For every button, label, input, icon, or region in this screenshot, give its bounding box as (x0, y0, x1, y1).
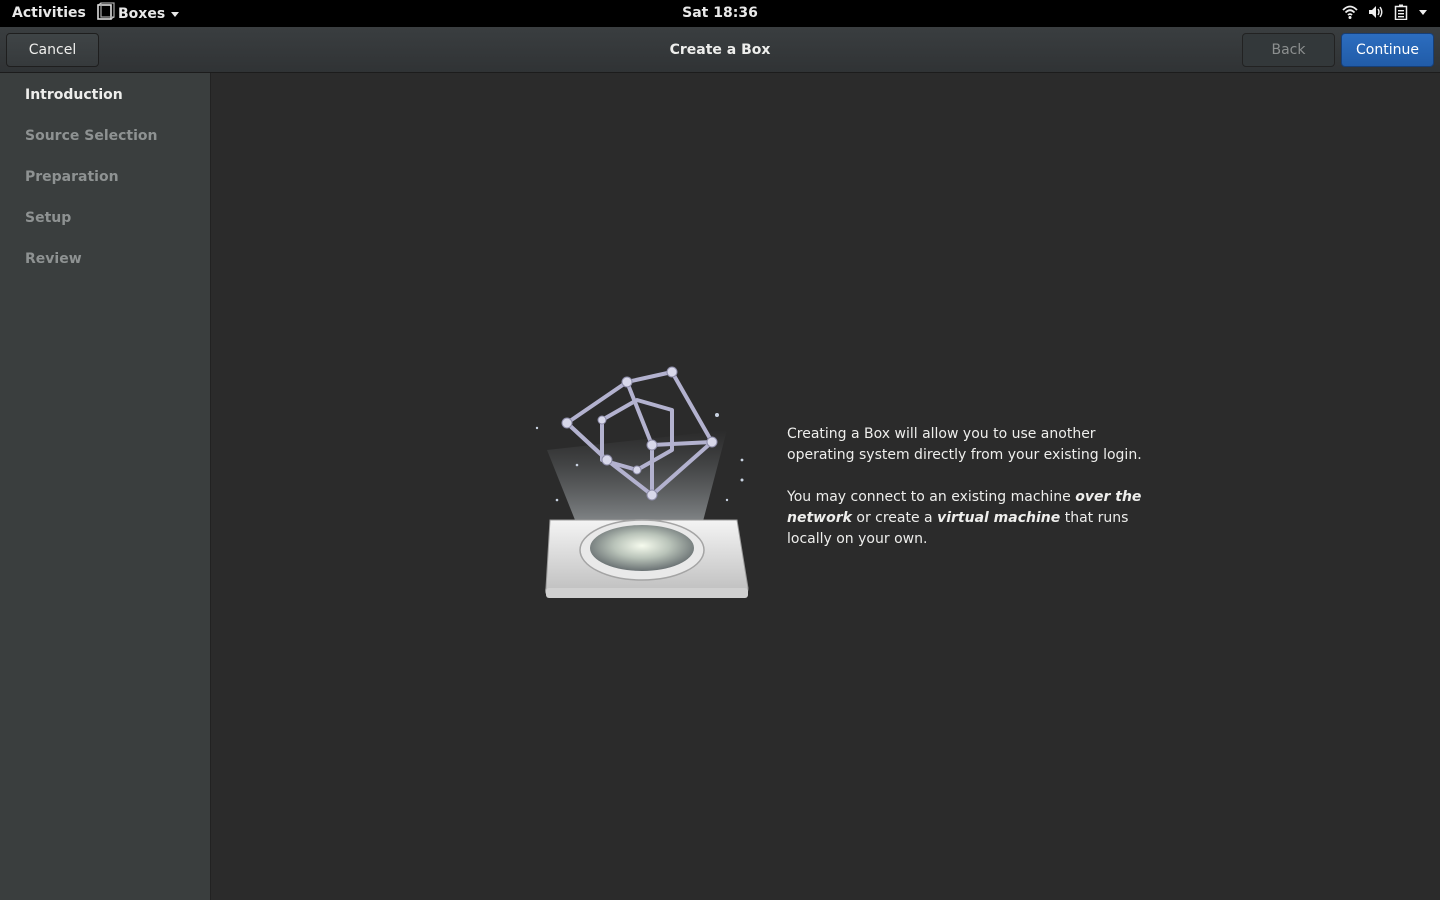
battery-icon (1394, 4, 1408, 20)
intro-text: Creating a Box will allow you to use ano… (787, 424, 1147, 550)
intro-text-part: You may connect to an existing machine (787, 489, 1076, 505)
intro-text-part: or create a (851, 510, 938, 526)
intro-paragraph-1: Creating a Box will allow you to use ano… (787, 426, 1142, 463)
clock[interactable]: Sat 18:36 (682, 5, 758, 21)
activities-button[interactable]: Activities (12, 5, 86, 21)
intro-emphasis-vm: virtual machine (937, 510, 1061, 526)
clock-container: Sat 18:36 (0, 5, 1440, 21)
continue-button[interactable]: Continue (1341, 33, 1434, 67)
box-illustration (535, 366, 749, 598)
chevron-down-icon (1419, 10, 1427, 15)
intro-paragraph-2: You may connect to an existing machine o… (787, 487, 1147, 550)
step-introduction: Introduction (25, 87, 123, 103)
back-button[interactable]: Back (1242, 33, 1335, 67)
top-bar: Activities Boxes Sat 18:36 (0, 0, 1440, 27)
header-bar: Cancel Create a Box Back Continue (0, 27, 1440, 73)
system-status-menu[interactable] (1342, 4, 1428, 20)
step-source-selection: Source Selection (25, 128, 158, 144)
app-menu-caret-icon (171, 12, 180, 17)
step-preparation: Preparation (25, 169, 119, 185)
page-title: Create a Box (669, 42, 771, 58)
boxes-app-icon (97, 2, 115, 20)
volume-icon (1369, 6, 1383, 18)
wizard-steps-sidebar: Introduction Source Selection Preparatio… (0, 73, 211, 900)
step-review: Review (25, 251, 82, 267)
cancel-button[interactable]: Cancel (6, 33, 99, 67)
wifi-icon (1342, 5, 1358, 19)
step-setup: Setup (25, 210, 72, 226)
app-menu[interactable]: Boxes (96, 2, 180, 22)
app-menu-label: Boxes (118, 5, 166, 22)
